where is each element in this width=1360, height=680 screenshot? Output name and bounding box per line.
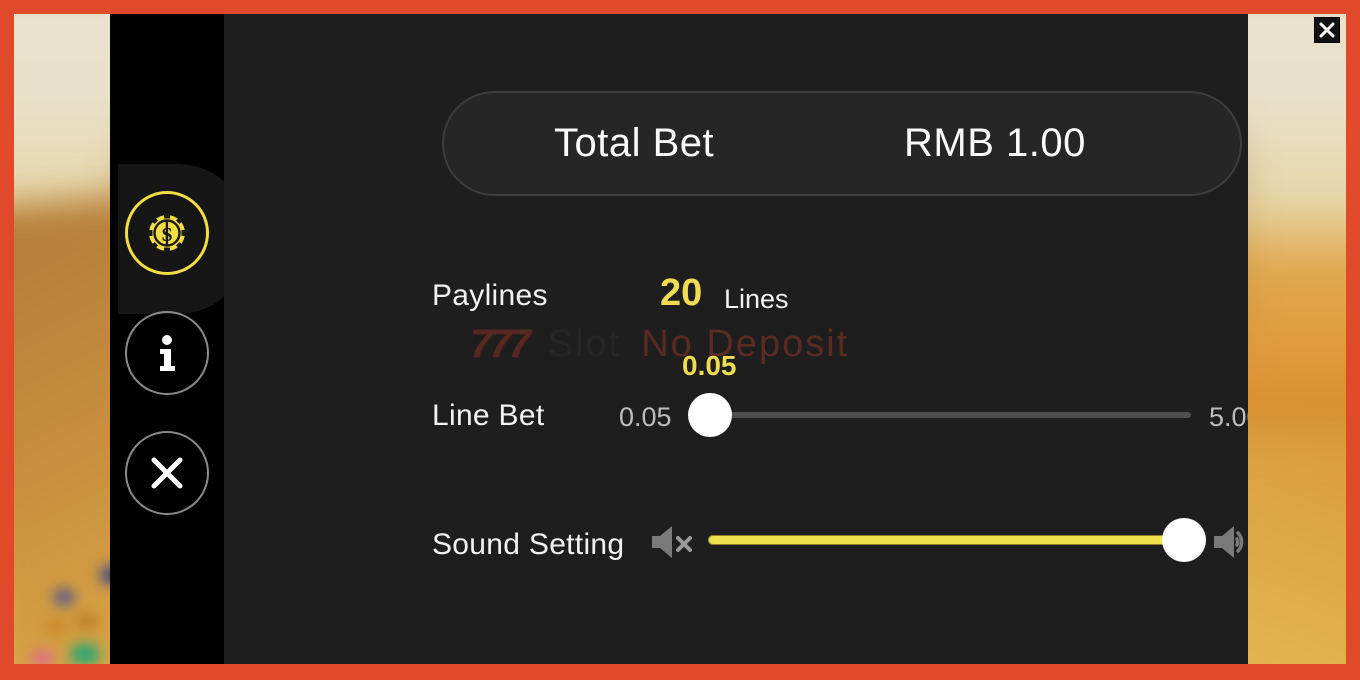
total-bet-display: Total Bet RMB 1.00 — [442, 91, 1242, 196]
dialog-sidebar: S — [110, 14, 248, 664]
line-bet-tooltip: 0.05 — [682, 350, 737, 381]
paylines-unit: Lines — [724, 284, 789, 314]
line-bet-slider-track[interactable] — [711, 412, 1191, 418]
paylines-label: Paylines — [432, 279, 548, 312]
watermark-text-bright: No Deposit — [641, 323, 850, 365]
info-icon — [160, 335, 175, 371]
paylines-count: 20 — [660, 272, 703, 314]
background-gem — [70, 644, 100, 664]
background-gem — [30, 650, 54, 664]
settings-dialog: S Total Bet RMB — [110, 14, 1248, 664]
watermark-text-dim: Slot — [547, 323, 622, 365]
sound-slider-thumb[interactable] — [1162, 518, 1206, 562]
line-bet-min-value: 0.05 — [619, 402, 672, 432]
line-bet-label: Line Bet — [432, 399, 545, 432]
total-bet-label: Total Bet — [554, 121, 715, 165]
watermark-logo: 777 — [470, 322, 531, 366]
speaker-on-icon[interactable] — [1210, 520, 1248, 564]
background-gem — [44, 618, 68, 635]
sound-slider-fill — [708, 535, 1196, 545]
window-close-button[interactable] — [1314, 17, 1340, 43]
close-icon — [151, 457, 183, 489]
sound-setting-label: Sound Setting — [432, 528, 625, 561]
close-icon — [1319, 22, 1335, 38]
watermark: 777 Slot No Deposit — [470, 322, 849, 367]
sidebar-item-game-info[interactable] — [125, 311, 209, 395]
speaker-mute-icon[interactable] — [648, 522, 696, 562]
chip-icon: S — [147, 213, 187, 253]
line-bet-slider-thumb[interactable] — [688, 393, 732, 437]
total-bet-value: RMB 1.00 — [904, 121, 1086, 165]
game-screenshot: S Total Bet RMB — [0, 0, 1360, 680]
settings-panel: Total Bet RMB 1.00 777 Slot No Deposit P… — [224, 14, 1248, 664]
background-gem — [54, 590, 74, 604]
sidebar-item-close[interactable] — [125, 431, 209, 515]
line-bet-max-value: 5.00 — [1209, 402, 1248, 432]
sidebar-item-bet-settings[interactable]: S — [125, 191, 209, 275]
